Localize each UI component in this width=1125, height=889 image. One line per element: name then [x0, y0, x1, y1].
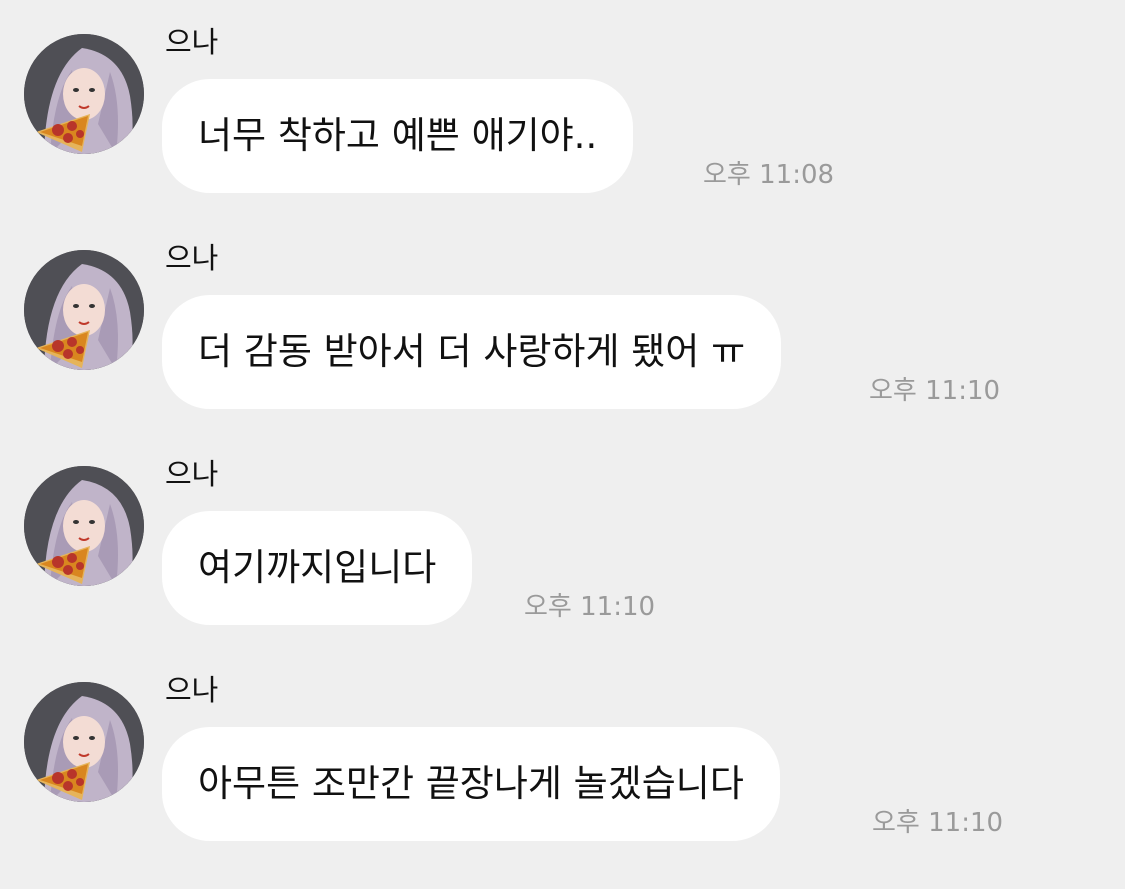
sender-name: 으나 — [165, 673, 219, 707]
avatar-photo-icon — [24, 466, 144, 586]
sender-name: 으나 — [165, 25, 219, 59]
message-row: 으나 더 감동 받아서 더 사랑하게 됐어 ㅠ 오후 11:10 — [0, 216, 1125, 432]
message-timestamp: 오후 11:10 — [872, 808, 1004, 838]
avatar-photo-icon — [24, 34, 144, 154]
message-row: 으나 여기까지입니다 오후 11:10 — [0, 432, 1125, 648]
message-bubble[interactable]: 여기까지입니다 — [162, 511, 473, 625]
message-bubble[interactable]: 너무 착하고 예쁜 애기야.. — [162, 79, 634, 193]
sender-name: 으나 — [165, 457, 219, 491]
message-bubble[interactable]: 더 감동 받아서 더 사랑하게 됐어 ㅠ — [162, 295, 782, 409]
avatar-photo-icon — [24, 250, 144, 370]
message-row: 으나 아무튼 조만간 끝장나게 놀겠습니다 오후 11:10 — [0, 648, 1125, 864]
avatar-photo[interactable] — [24, 250, 144, 370]
message-timestamp: 오후 11:10 — [869, 376, 1001, 406]
avatar-photo[interactable] — [24, 466, 144, 586]
message-timestamp: 오후 11:08 — [703, 160, 835, 190]
message-row: 으나 너무 착하고 예쁜 애기야.. 오후 11:08 — [0, 0, 1125, 216]
sender-name: 으나 — [165, 241, 219, 275]
message-bubble[interactable]: 아무튼 조만간 끝장나게 놀겠습니다 — [162, 727, 780, 841]
message-timestamp: 오후 11:10 — [524, 592, 656, 622]
avatar-photo-icon — [24, 682, 144, 802]
avatar-photo[interactable] — [24, 682, 144, 802]
avatar-photo[interactable] — [24, 34, 144, 154]
